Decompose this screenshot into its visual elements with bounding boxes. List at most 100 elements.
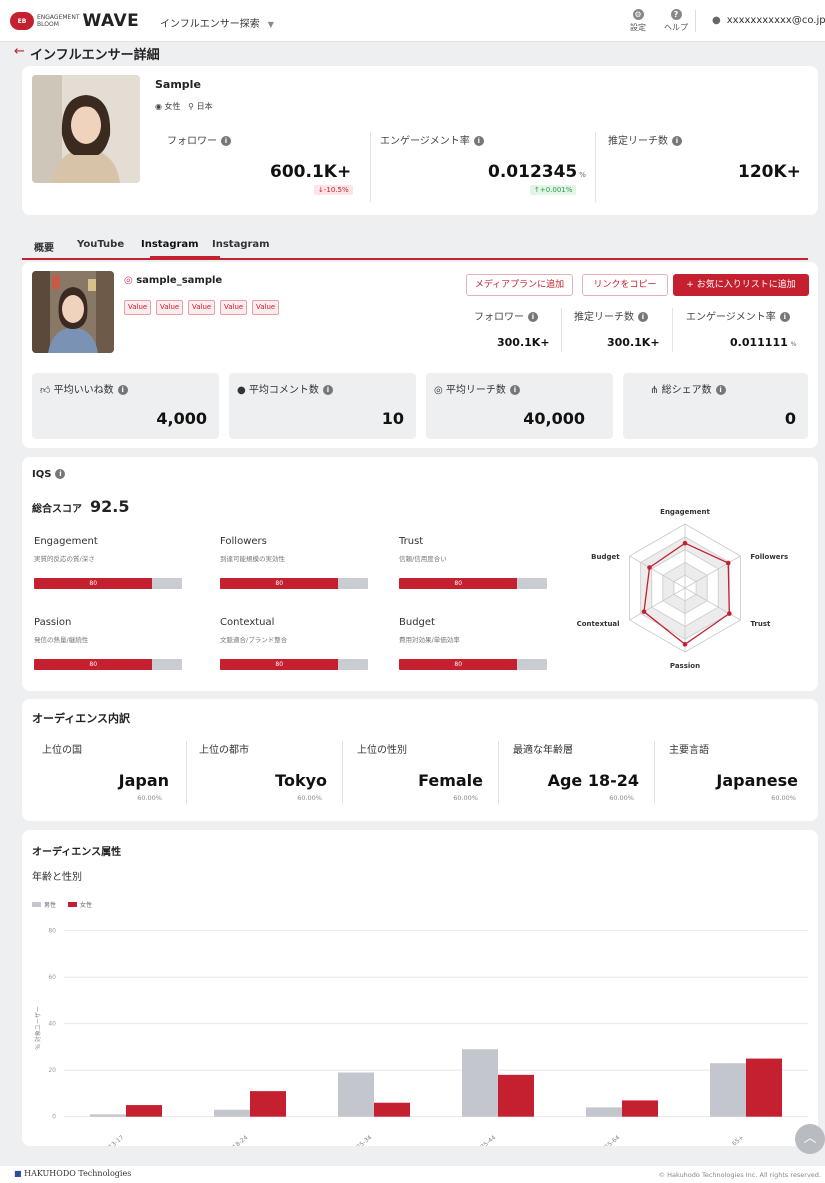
audience-label: 上位の都市: [199, 745, 249, 756]
bar-male: [462, 1049, 498, 1117]
company-logo-icon: ■: [14, 1169, 22, 1178]
engagement-change-badge: ↑+0.001%: [530, 185, 577, 195]
settings-button[interactable]: ⚙ 設定: [625, 9, 651, 33]
metric-bar-fill: 80: [399, 578, 518, 589]
plus-icon: +: [686, 280, 694, 290]
copy-link-button[interactable]: リンクをコピー: [582, 274, 668, 296]
page-title: インフルエンサー詳細: [30, 48, 160, 63]
bar-male: [214, 1109, 250, 1117]
metric-bar-fill: 80: [34, 659, 153, 670]
tab-overview[interactable]: 概要: [34, 239, 54, 254]
audience-value: Female: [418, 771, 483, 790]
scroll-top-button[interactable]: ︿: [795, 1124, 825, 1154]
metric-desc: 発信の熱量/継続性: [34, 636, 89, 644]
age-gender-chart: 男性 女性 0 20 40 60 80 13-17 18-24 25-34 35-44 55-64…: [32, 901, 808, 1146]
info-icon[interactable]: i: [55, 469, 66, 479]
radar-axis-label: Contextual: [577, 620, 620, 628]
info-icon[interactable]: i: [528, 312, 538, 322]
account-reach-label: 推定リーチ数: [574, 312, 634, 323]
comment-icon: ●: [237, 385, 246, 396]
info-icon[interactable]: i: [221, 136, 231, 146]
radar-point: [727, 611, 732, 616]
metric-name: Engagement: [34, 536, 98, 547]
tab-youtube[interactable]: YouTube: [77, 239, 124, 250]
audience-pct: 60.00%: [297, 794, 322, 802]
bar-male: [90, 1114, 126, 1117]
radar-axis-label: Passion: [670, 662, 700, 670]
radar-point: [641, 609, 647, 614]
y-tick-label: 80: [48, 928, 56, 935]
account-reach-value: 300.1K+: [607, 336, 660, 349]
info-icon[interactable]: i: [638, 312, 648, 322]
metric-desc: 信頼/信用度合い: [399, 555, 447, 563]
reach-label: 推定リーチ数: [608, 136, 668, 147]
info-icon[interactable]: i: [473, 136, 484, 146]
logo-wave: WAVE: [82, 11, 140, 31]
audience-label: 最適な年齢層: [513, 745, 573, 756]
info-icon[interactable]: i: [672, 136, 682, 146]
audience-pct: 60.00%: [609, 794, 634, 802]
radar-point: [682, 642, 688, 647]
back-arrow-icon[interactable]: ←: [14, 44, 25, 59]
account-photo: [32, 271, 114, 353]
tab-instagram-2[interactable]: Instagram: [212, 239, 270, 250]
nav-menu-explore[interactable]: インフルエンサー探索 ▼: [160, 15, 274, 30]
audience-value: Japan: [118, 771, 169, 790]
bar-male: [710, 1063, 746, 1117]
info-icon[interactable]: i: [715, 385, 726, 395]
stat-value: 0: [784, 409, 796, 428]
x-tick-label: 35-44: [479, 1134, 497, 1146]
add-media-plan-button[interactable]: メディアプランに追加: [466, 274, 573, 296]
settings-label: 設定: [630, 23, 646, 32]
metric-name: Trust: [399, 536, 424, 547]
profile-photo: [32, 75, 140, 183]
audience-label: 上位の国: [42, 745, 82, 756]
metric-name: Contextual: [220, 617, 275, 628]
audience-label: 主要言語: [669, 745, 709, 756]
audience-pct: 60.00%: [453, 794, 478, 802]
info-icon[interactable]: i: [509, 385, 520, 395]
tab-instagram[interactable]: Instagram: [141, 239, 199, 250]
followers-value: 600.1K+: [270, 162, 352, 182]
bar-female: [622, 1100, 658, 1117]
add-favorite-button[interactable]: + お気に入りリストに追加: [673, 274, 809, 296]
info-icon[interactable]: i: [779, 312, 790, 322]
logo-small-top: ENGAGEMENT: [37, 14, 80, 21]
radar-point: [647, 565, 652, 570]
account-engagement-value: 0.011111: [730, 336, 788, 349]
metric-bar-fill: 80: [220, 659, 339, 670]
metric-bar: 80: [399, 578, 547, 589]
footer: ■ HAKUHODO Technologies © Hakuhodo Techn…: [0, 1166, 825, 1183]
radar-axis-label: Engagement: [660, 508, 710, 516]
metric-bar-fill: 80: [220, 578, 339, 589]
chevron-up-icon: ︿: [803, 1131, 817, 1146]
company-name: HAKUHODO Technologies: [24, 1169, 132, 1178]
account-followers-label: フォロワー: [474, 312, 524, 323]
help-button[interactable]: ? ヘルプ: [663, 9, 689, 33]
reach-value: 120K+: [738, 162, 801, 182]
engagement-change: +0.001%: [539, 186, 573, 194]
stat-label: 総シェア数: [661, 385, 712, 396]
x-tick-label: 13-17: [107, 1134, 125, 1146]
radar-point: [725, 560, 731, 566]
x-tick-label: 55-64: [603, 1134, 621, 1146]
info-icon[interactable]: i: [117, 385, 128, 395]
stat-value: 10: [381, 409, 404, 428]
audience-value: Age 18-24: [547, 771, 639, 790]
user-menu[interactable]: ●xxxxxxxxxxx@co.jp▼: [712, 15, 825, 26]
metric-bar-fill: 80: [399, 659, 518, 670]
radar-axis-label: Trust: [750, 620, 771, 628]
profile-gender: 女性: [164, 102, 181, 111]
audience-value: Tokyo: [275, 771, 327, 790]
info-icon[interactable]: i: [322, 385, 333, 395]
account-engagement-label: エンゲージメント率: [686, 312, 776, 323]
audience-pct: 60.00%: [771, 794, 796, 802]
metric-desc: 文脈適合/ブランド整合: [220, 636, 288, 644]
audience-title: オーディエンス内訳: [32, 712, 131, 725]
metric-name: Followers: [220, 536, 267, 547]
y-tick-label: 0: [52, 1114, 56, 1121]
bar-female: [374, 1102, 410, 1117]
help-label: ヘルプ: [664, 23, 688, 32]
app-logo[interactable]: EB ENGAGEMENT BLOOM WAVE: [10, 11, 139, 31]
metric-name: Budget: [399, 617, 435, 628]
